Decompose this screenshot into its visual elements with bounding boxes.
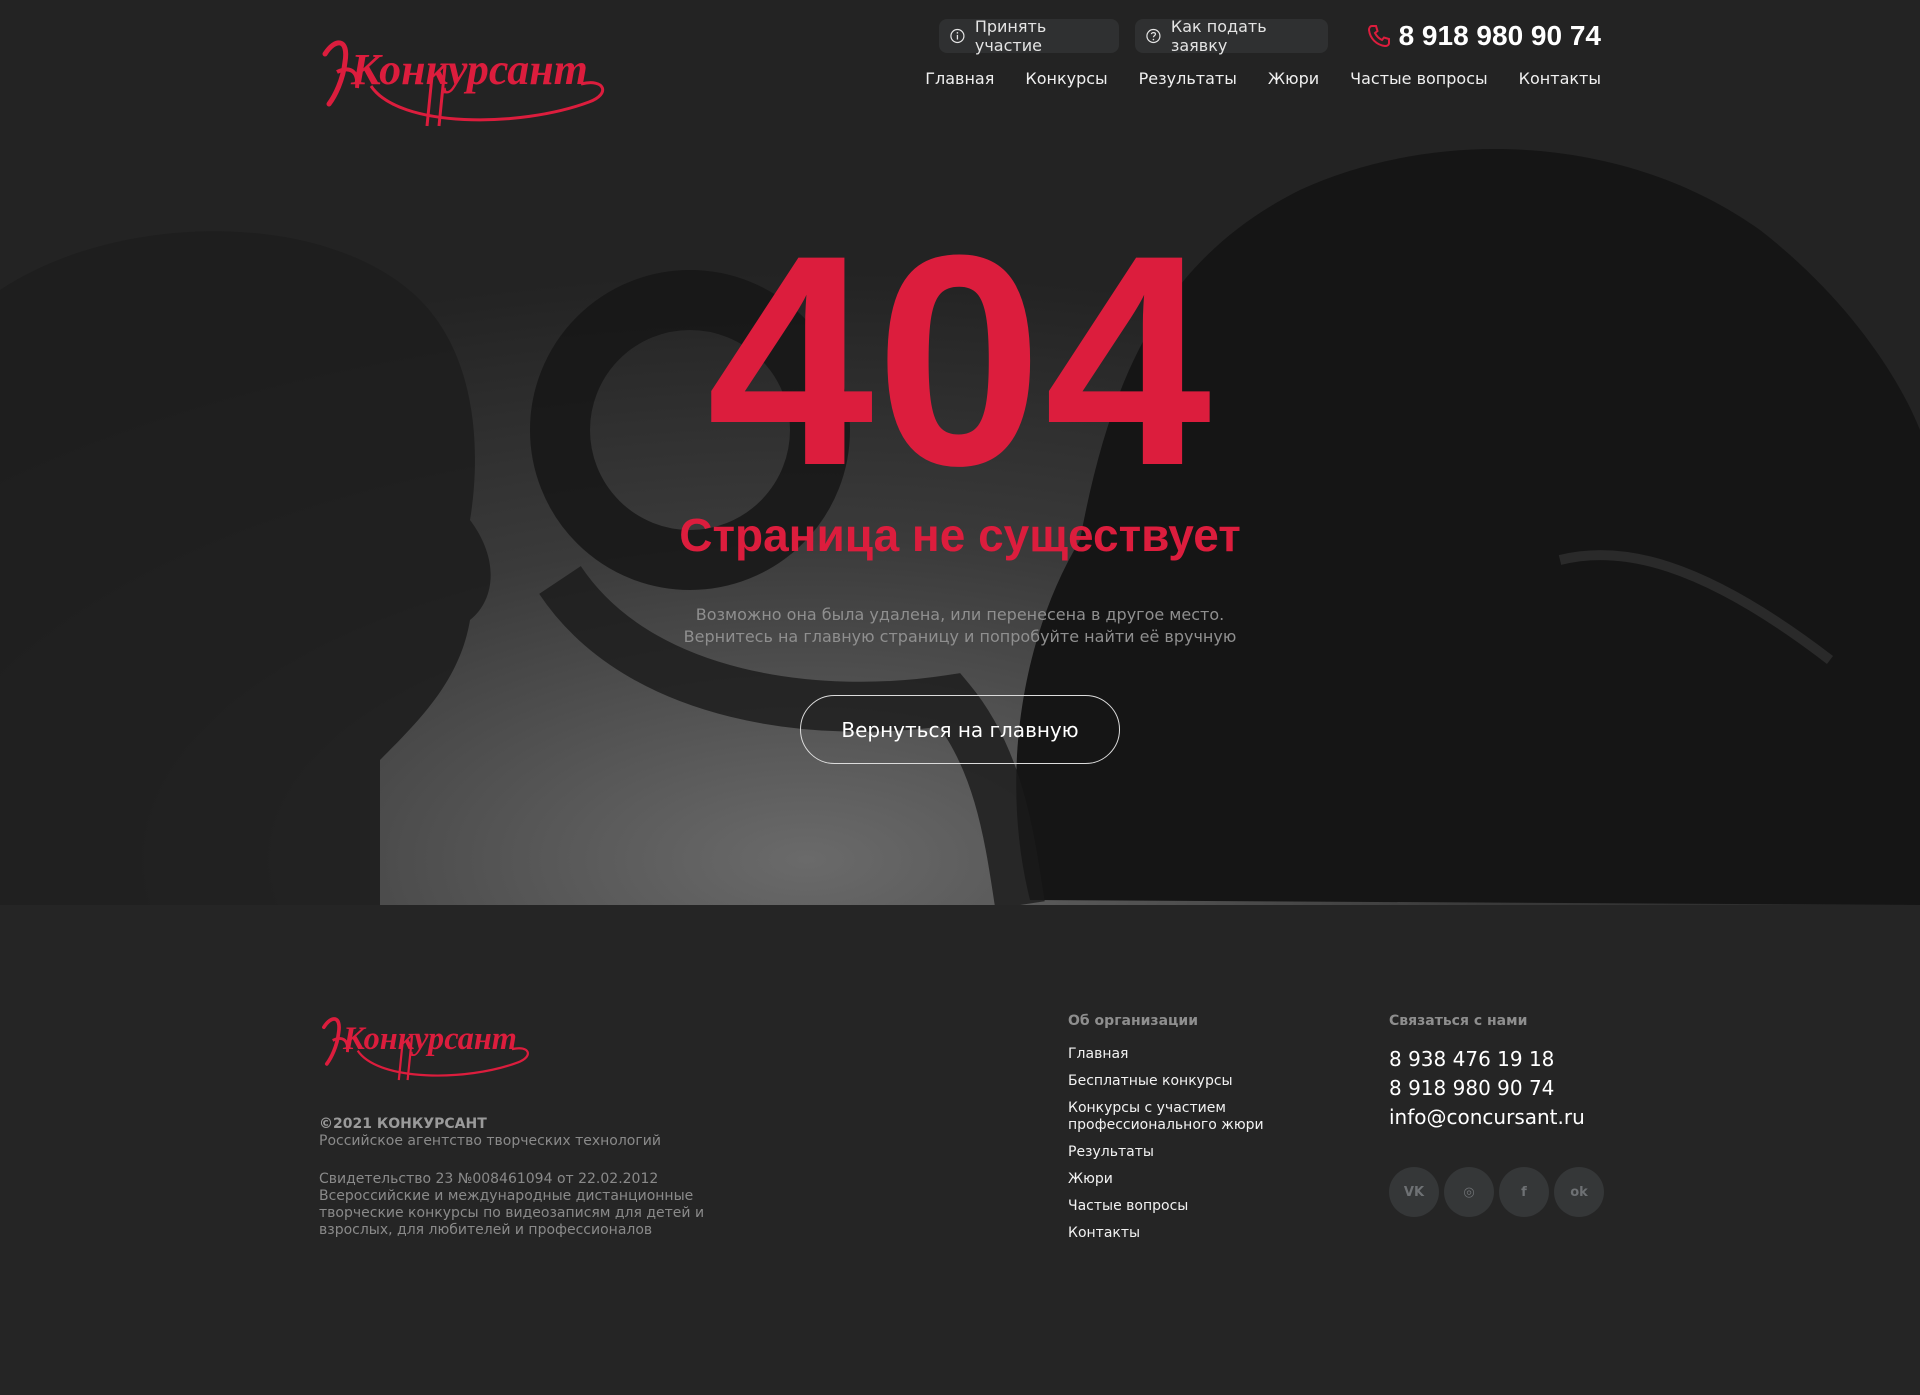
footer-link-contacts[interactable]: Контакты (1068, 1225, 1328, 1242)
footer: Конкурсант ©2021 КОНКУРСАНТ Российское а… (0, 905, 1920, 1395)
footer-phone-1[interactable]: 8 938 476 19 18 (1389, 1045, 1585, 1074)
error-title: Страница не существует (679, 509, 1241, 561)
question-icon (1146, 28, 1161, 44)
footer-about: Свидетельство 23 №008461094 от 22.02.201… (319, 1171, 739, 1239)
footer-link-results[interactable]: Результаты (1068, 1144, 1328, 1161)
phone-icon (1367, 25, 1390, 48)
footer-copyright: ©2021 КОНКУРСАНТ Российское агентство тв… (319, 1116, 661, 1150)
nav-item-contests[interactable]: Конкурсы (1025, 69, 1107, 88)
participate-button-label: Принять участие (974, 17, 1047, 55)
footer-links: Главная Бесплатные конкурсы Конкурсы с у… (1068, 1046, 1328, 1252)
social-links: VK ◎ f ok (1389, 1167, 1604, 1217)
contact-column-title: Связаться с нами (1389, 1013, 1528, 1029)
nav-item-home[interactable]: Главная (925, 69, 994, 88)
footer-tagline: Российское агентство творческих технолог… (319, 1133, 661, 1149)
nav-item-contacts[interactable]: Контакты (1519, 69, 1601, 88)
hero-section: Конкурсант Принять участие Как подать за… (0, 0, 1920, 905)
svg-text:Конкурсант: Конкурсант (350, 45, 588, 94)
footer-link-jury[interactable]: Жюри (1068, 1171, 1328, 1188)
main-nav: Главная Конкурсы Результаты Жюри Частые … (925, 69, 1601, 88)
error-code: 404 (706, 192, 1214, 528)
footer-email[interactable]: info@concursant.ru (1389, 1103, 1585, 1132)
back-home-button[interactable]: Вернуться на главную (800, 695, 1120, 764)
nav-item-faq[interactable]: Частые вопросы (1350, 69, 1488, 88)
facebook-icon[interactable]: f (1499, 1167, 1549, 1217)
odnoklassniki-glyph: ok (1570, 1184, 1588, 1200)
footer-phone-2[interactable]: 8 918 980 90 74 (1389, 1074, 1585, 1103)
brand-logo: Конкурсант (322, 1017, 529, 1081)
odnoklassniki-icon[interactable]: ok (1554, 1167, 1604, 1217)
header-phone[interactable]: 8 918 980 90 74 (1367, 20, 1601, 52)
vk-icon[interactable]: VK (1389, 1167, 1439, 1217)
svg-text:Конкурсант: Конкурсант (342, 1020, 517, 1056)
footer-link-home[interactable]: Главная (1068, 1046, 1328, 1063)
brand-logo: Конкурсант (322, 40, 605, 127)
participate-button[interactable]: Принять участие (939, 17, 1119, 55)
info-icon (950, 28, 965, 44)
nav-item-jury[interactable]: Жюри (1268, 69, 1319, 88)
nav-item-results[interactable]: Результаты (1139, 69, 1237, 88)
instagram-icon[interactable]: ◎ (1444, 1167, 1494, 1217)
how-to-apply-button[interactable]: Как подать заявку (1135, 17, 1328, 55)
footer-link-jury-contests[interactable]: Конкурсы с участием профессионального жю… (1068, 1100, 1328, 1134)
footer-logo[interactable]: Конкурсант (319, 1011, 533, 1083)
facebook-glyph: f (1521, 1184, 1527, 1200)
instagram-glyph: ◎ (1463, 1184, 1475, 1200)
header-phone-number: 8 918 980 90 74 (1398, 20, 1601, 51)
vk-glyph: VK (1403, 1184, 1425, 1200)
footer-contacts: 8 938 476 19 18 8 918 980 90 74 info@con… (1389, 1045, 1585, 1132)
footer-link-free-contests[interactable]: Бесплатные конкурсы (1068, 1073, 1328, 1090)
copyright-text: ©2021 КОНКУРСАНТ (319, 1116, 487, 1132)
footer-link-faq[interactable]: Частые вопросы (1068, 1198, 1328, 1215)
error-description-line-1: Возможно она была удалена, или перенесен… (695, 605, 1225, 624)
error-description: Возможно она была удалена, или перенесен… (0, 604, 1920, 648)
about-column-title: Об организации (1068, 1013, 1199, 1029)
about-text: Всероссийские и международные дистанцион… (319, 1188, 705, 1238)
certificate-text: Свидетельство 23 №008461094 от 22.02.201… (319, 1171, 659, 1187)
error-description-line-2: Вернитесь на главную страницу и попробуй… (683, 627, 1237, 646)
how-to-apply-button-label: Как подать заявку (1170, 17, 1267, 55)
header-logo[interactable]: Конкурсант (319, 32, 609, 130)
